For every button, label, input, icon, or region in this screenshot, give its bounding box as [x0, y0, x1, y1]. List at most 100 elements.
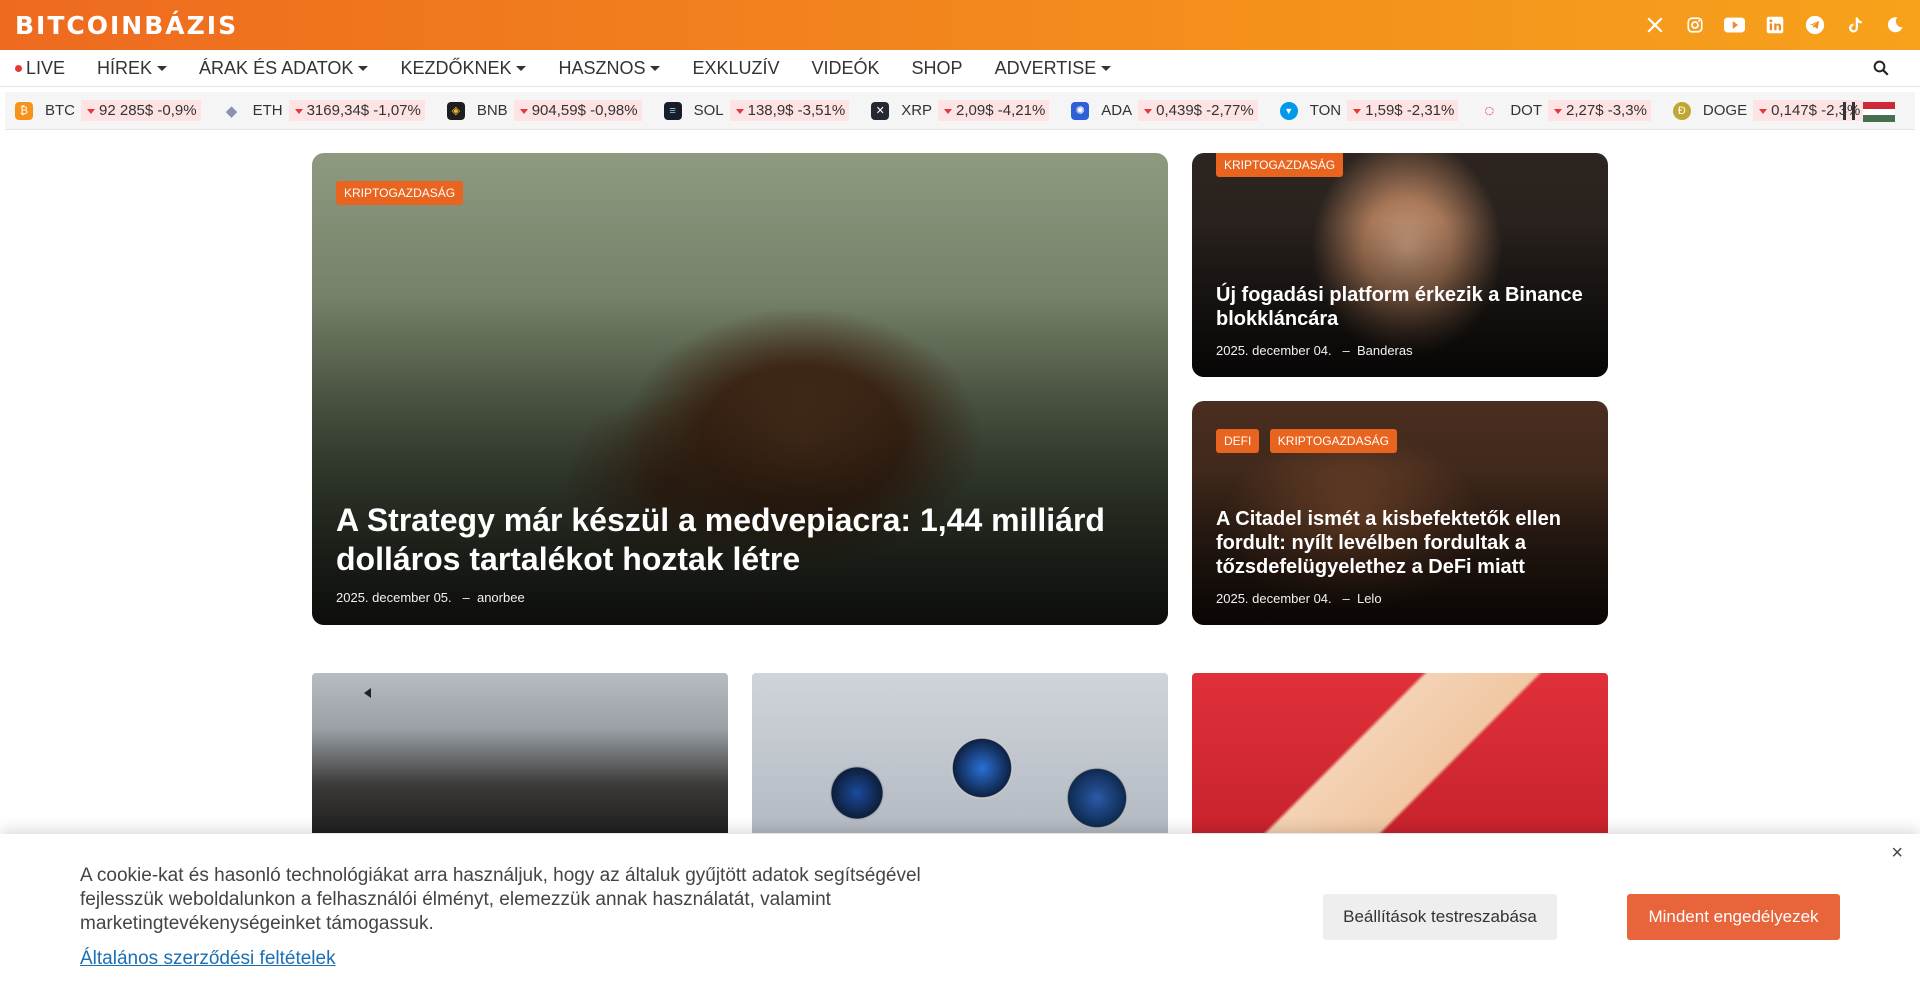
- bnb-icon: ◈: [446, 101, 465, 120]
- nav-item-label: SHOP: [911, 57, 963, 78]
- nav-item-exkluziv[interactable]: EXKLUZÍV: [692, 58, 779, 79]
- ticker-value: 904,59$ -0,98%: [513, 100, 642, 121]
- nav-item-arak-es-adatok[interactable]: ÁRAK ÉS ADATOK: [199, 57, 369, 79]
- article-thumbnail-smartwatches[interactable]: [752, 673, 1168, 833]
- nav-item-videok[interactable]: VIDEÓK: [812, 58, 880, 79]
- article-author[interactable]: Lelo: [1357, 591, 1382, 606]
- dot-icon: ◌: [1484, 100, 1495, 120]
- dark-mode-icon[interactable]: [1884, 15, 1905, 36]
- cookie-consent-banner: × A cookie-kat és hasonló technológiákat…: [0, 834, 1920, 993]
- close-icon[interactable]: ×: [1891, 842, 1903, 865]
- article-date: 2025. december 04.: [1216, 591, 1332, 606]
- ticker-item-doge[interactable]: Ð DOGE 0,147$ -2,3%: [1672, 100, 1865, 121]
- nav-live-label: LIVE: [26, 57, 66, 78]
- cookie-message: A cookie-kat és hasonló technológiákat a…: [80, 865, 921, 934]
- caret-down-icon: [516, 65, 527, 71]
- ticker-symbol: SOL: [693, 102, 724, 119]
- featured-article-card[interactable]: KRIPTOGAZDASÁG A Strategy már készül a m…: [312, 153, 1168, 625]
- nav-item-shop[interactable]: SHOP: [912, 58, 963, 79]
- meta-separator: –: [455, 590, 474, 605]
- ticker-item-ada[interactable]: ✺ ADA 0,439$ -2,77%: [1071, 100, 1258, 121]
- nav-item-hirek[interactable]: HÍREK: [97, 57, 168, 79]
- instagram-icon[interactable]: [1684, 15, 1705, 36]
- nav-item-label: KEZDŐKNEK: [400, 57, 512, 78]
- article-date: 2025. december 05.: [336, 590, 452, 605]
- ticker-value: 92 285$ -0,9%: [81, 100, 201, 121]
- caret-down-icon: [650, 65, 661, 71]
- article-tags: DEFI KRIPTOGAZDASÁG: [1216, 429, 1403, 453]
- ticker-item-ton[interactable]: ▼ TON 1,59$ -2,31%: [1279, 100, 1459, 121]
- telegram-icon[interactable]: [1804, 15, 1825, 36]
- sol-icon: ≡: [663, 101, 682, 120]
- customize-settings-button[interactable]: Beállítások testreszabása: [1323, 894, 1557, 940]
- xrp-icon: ✕: [871, 101, 890, 120]
- article-date: 2025. december 04.: [1216, 343, 1332, 358]
- article-tags: KRIPTOGAZDASÁG: [336, 181, 469, 205]
- site-logo[interactable]: BITCOINBÁZIS: [15, 11, 238, 40]
- ticker-item-btc[interactable]: ₿ BTC 92 285$ -0,9%: [15, 100, 201, 121]
- nav-item-label: ÁRAK ÉS ADATOK: [199, 57, 354, 78]
- nav-item-label: VIDEÓK: [811, 57, 880, 78]
- ton-icon: ▼: [1279, 101, 1298, 120]
- ticker-symbol: ETH: [252, 102, 283, 119]
- ticker-value: 2,09$ -4,21%: [938, 100, 1050, 121]
- search-icon[interactable]: [1872, 59, 1890, 77]
- category-tag[interactable]: KRIPTOGAZDASÁG: [336, 181, 464, 205]
- side-article-card[interactable]: DEFI KRIPTOGAZDASÁG A Citadel ismét a ki…: [1192, 401, 1608, 625]
- nav-live[interactable]: LIVE: [15, 58, 65, 79]
- ticker-item-sol[interactable]: ≡ SOL 138,9$ -3,51%: [663, 100, 850, 121]
- nav-item-advertise[interactable]: ADVERTISE: [995, 58, 1112, 79]
- ticker-value: 1,59$ -2,31%: [1347, 100, 1459, 121]
- price-ticker: ₿ BTC 92 285$ -0,9% ◆ ETH 3169,34$ -1,07…: [5, 92, 1915, 130]
- article-meta: 2025. december 04. – Lelo: [1216, 591, 1382, 606]
- pause-icon[interactable]: [1843, 102, 1855, 120]
- play-icon: [364, 688, 371, 698]
- ticker-value: 2,27$ -3,3%: [1548, 100, 1651, 121]
- article-meta: 2025. december 04. – Banderas: [1216, 343, 1413, 358]
- youtube-icon[interactable]: [1724, 15, 1745, 36]
- ticker-item-eth[interactable]: ◆ ETH 3169,34$ -1,07%: [223, 100, 425, 121]
- ticker-symbol: DOT: [1510, 102, 1543, 119]
- ticker-item-xrp[interactable]: ✕ XRP 2,09$ -4,21%: [871, 100, 1050, 121]
- nav-item-kezdoknek[interactable]: KEZDŐKNEK: [400, 57, 527, 79]
- article-tags: KRIPTOGAZDASÁG: [1216, 153, 1349, 177]
- top-header-bar: BITCOINBÁZIS: [0, 0, 1920, 50]
- article-title[interactable]: Új fogadási platform érkezik a Binance b…: [1216, 283, 1584, 331]
- nav-item-label: HASZNOS: [558, 57, 646, 78]
- ticker-symbol: XRP: [901, 102, 933, 119]
- article-author[interactable]: anorbee: [477, 590, 525, 605]
- tiktok-icon[interactable]: [1844, 15, 1865, 36]
- x-icon[interactable]: [1644, 15, 1665, 36]
- ticker-symbol: BNB: [476, 102, 508, 119]
- linkedin-icon[interactable]: [1764, 15, 1785, 36]
- ticker-symbol: ADA: [1101, 102, 1133, 119]
- social-links: [1644, 15, 1905, 36]
- caret-down-icon: [157, 65, 168, 71]
- article-meta: 2025. december 05. – anorbee: [336, 590, 525, 605]
- caret-down-icon: [358, 65, 369, 71]
- eth-icon: ◆: [225, 102, 238, 120]
- article-title[interactable]: A Citadel ismét a kisbefektetők ellen fo…: [1216, 507, 1584, 579]
- side-article-card[interactable]: KRIPTOGAZDASÁG Új fogadási platform érke…: [1192, 153, 1608, 377]
- nav-item-hasznos[interactable]: HASZNOS: [558, 57, 661, 79]
- hungarian-flag-icon[interactable]: [1863, 102, 1895, 123]
- article-thumbnail-riot[interactable]: [312, 673, 728, 833]
- allow-all-button[interactable]: Mindent engedélyezek: [1627, 894, 1840, 940]
- article-author[interactable]: Banderas: [1357, 343, 1413, 358]
- doge-icon: Ð: [1672, 101, 1691, 120]
- category-tag[interactable]: KRIPTOGAZDASÁG: [1216, 153, 1344, 177]
- meta-separator: –: [1335, 591, 1354, 606]
- ticker-item-dot[interactable]: ◌ DOT 2,27$ -3,3%: [1480, 100, 1651, 121]
- meta-separator: –: [1335, 343, 1354, 358]
- category-tag[interactable]: KRIPTOGAZDASÁG: [1269, 429, 1397, 453]
- category-tag[interactable]: DEFI: [1216, 429, 1260, 453]
- ticker-symbol: TON: [1309, 102, 1342, 119]
- ticker-value: 0,439$ -2,77%: [1138, 100, 1258, 121]
- nav-item-label: HÍREK: [97, 57, 153, 78]
- ticker-value: 3169,34$ -1,07%: [288, 100, 425, 121]
- ticker-item-bnb[interactable]: ◈ BNB 904,59$ -0,98%: [446, 100, 642, 121]
- article-thumbnail-circuit-board[interactable]: [1192, 673, 1608, 833]
- article-title[interactable]: A Strategy már készül a medvepiacra: 1,4…: [336, 501, 1144, 579]
- terms-link[interactable]: Általános szerződési feltételek: [80, 948, 336, 970]
- ticker-value: 138,9$ -3,51%: [729, 100, 850, 121]
